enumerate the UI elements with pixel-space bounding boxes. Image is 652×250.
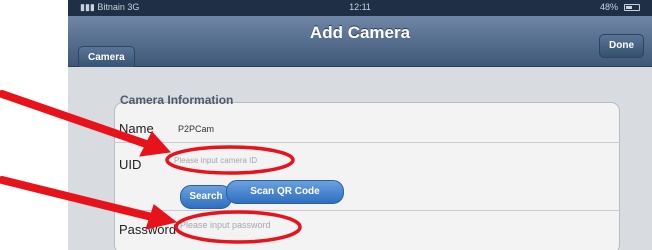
annotation-circle-uid <box>165 145 295 175</box>
annotation-arrow-password <box>0 176 160 222</box>
annotation-arrowhead-password <box>145 204 178 230</box>
annotation-overlay <box>0 90 302 244</box>
annotation-circle-password <box>174 210 302 244</box>
annotation-arrow-uid <box>0 90 156 150</box>
